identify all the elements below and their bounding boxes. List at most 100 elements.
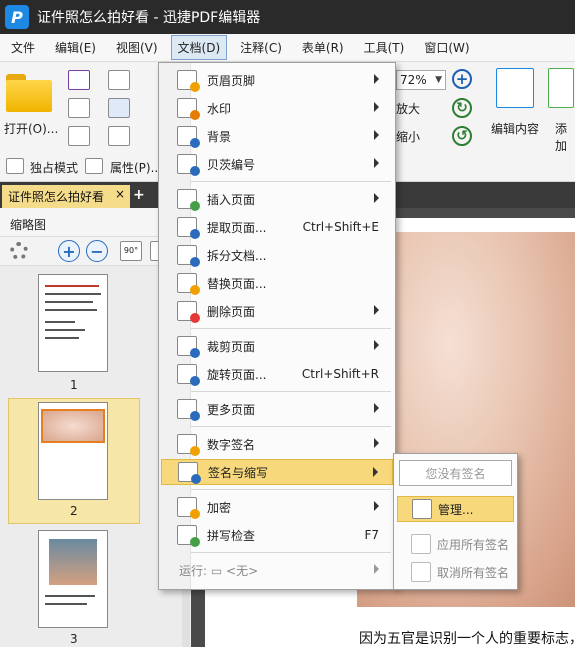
menu-background[interactable]: 背景 [161, 123, 393, 149]
new-document-icon[interactable] [68, 126, 90, 146]
thumbnail-page-2[interactable] [38, 402, 108, 500]
encrypt-icon [177, 497, 200, 519]
menu-digital-signature[interactable]: 数字签名 [161, 431, 393, 457]
thumbnail-page-3[interactable] [38, 530, 108, 628]
menu-item-label: 更多页面 [207, 402, 256, 417]
menu-item-label: 应用所有签名 [437, 537, 510, 552]
menu-bates-numbering[interactable]: 贝茨编号 [161, 151, 393, 177]
title-bar: P 证件照怎么拍好看 - 迅捷PDF编辑器 [0, 0, 575, 34]
menu-extract-page[interactable]: 提取页面... Ctrl+Shift+E [161, 214, 393, 240]
email-icon[interactable] [108, 70, 130, 90]
menu-run[interactable]: 运行: ▭ <无> [161, 557, 393, 583]
header-footer-icon [177, 70, 200, 92]
crop-page-icon [177, 336, 200, 358]
menu-header-footer[interactable]: 页眉页脚 [161, 67, 393, 93]
submenu-arrow-icon [374, 564, 379, 574]
menu-form[interactable]: 表单(R) [295, 35, 351, 60]
spell-check-icon [177, 525, 200, 547]
menu-item-label: 旋转页面... [207, 367, 267, 382]
submenu-arrow-icon [374, 438, 379, 448]
menu-separator [191, 181, 391, 182]
menu-file[interactable]: 文件 [4, 35, 42, 60]
menu-item-label: 管理... [438, 502, 474, 517]
menu-view[interactable]: 视图(V) [109, 35, 165, 60]
submenu-arrow-icon [374, 130, 379, 140]
cancel-signature-icon [411, 562, 431, 582]
add-icon[interactable] [548, 68, 574, 108]
background-icon [177, 126, 200, 148]
new-tab-icon[interactable]: + [133, 187, 145, 203]
open-button[interactable]: 打开(O)... [4, 120, 58, 137]
zoom-level-select[interactable]: 72% ▼ [396, 70, 446, 90]
menu-split-document[interactable]: 拆分文档... [161, 242, 393, 268]
menu-edit[interactable]: 编辑(E) [48, 35, 103, 60]
gear-icon[interactable] [10, 242, 28, 260]
split-document-icon [177, 245, 200, 267]
rotate-ccw-icon[interactable]: ↺ [452, 126, 472, 146]
menu-spell-check[interactable]: 拼写检查 F7 [161, 522, 393, 548]
menu-more-pages[interactable]: 更多页面 [161, 396, 393, 422]
insert-page-icon [177, 189, 200, 211]
submenu-arrow-icon [374, 501, 379, 511]
menu-separator [191, 426, 391, 427]
document-tab-label: 证件照怎么拍好看 [8, 190, 105, 204]
document-tab[interactable]: 证件照怎么拍好看 × [2, 185, 130, 208]
zoom-in-thumbnail-icon[interactable]: + [58, 240, 80, 262]
menu-item-label: 替换页面... [207, 276, 267, 291]
menu-separator [191, 552, 391, 553]
menu-window[interactable]: 窗口(W) [417, 35, 476, 60]
menu-shortcut: Ctrl+Shift+R [301, 367, 379, 381]
print-icon[interactable] [68, 98, 90, 118]
menu-tools[interactable]: 工具(T) [357, 35, 412, 60]
menu-delete-page[interactable]: 删除页面 [161, 298, 393, 324]
menu-separator [191, 328, 391, 329]
menu-item-label: 加密 [207, 500, 232, 515]
open-folder-icon[interactable] [6, 74, 52, 112]
signature-initials-icon [178, 462, 201, 484]
menu-item-label: 拼写检查 [207, 528, 256, 543]
menu-item-label: 签名与缩写 [208, 465, 269, 480]
menu-separator [191, 489, 391, 490]
close-tab-icon[interactable]: × [115, 187, 125, 201]
page-number-2: 2 [70, 504, 78, 518]
properties-button[interactable]: 属性(P)... [110, 159, 162, 176]
menu-item-label: 拆分文档... [207, 248, 267, 263]
rotate-cw-icon[interactable]: ↻ [452, 98, 472, 118]
manage-signatures-item[interactable]: 管理... [397, 496, 514, 522]
menu-signature-initials[interactable]: 签名与缩写 [161, 459, 393, 485]
menu-encrypt[interactable]: 加密 [161, 494, 393, 520]
menu-watermark[interactable]: 水印 [161, 95, 393, 121]
menu-rotate-page[interactable]: 旋转页面... Ctrl+Shift+R [161, 361, 393, 387]
extract-page-icon [177, 217, 200, 239]
menu-comment[interactable]: 注释(C) [233, 35, 289, 60]
menu-crop-page[interactable]: 裁剪页面 [161, 333, 393, 359]
document-menu-dropdown: 页眉页脚 水印 背景 贝茨编号 插入页面 提取页面... Ctrl+Shift+E… [158, 62, 396, 590]
menu-item-label: 背景 [207, 129, 232, 144]
zoom-out-thumbnail-icon[interactable]: − [86, 240, 108, 262]
submenu-arrow-icon [374, 158, 379, 168]
menu-item-label: 贝茨编号 [207, 157, 256, 172]
submenu-arrow-icon [374, 193, 379, 203]
scan-icon[interactable] [108, 98, 130, 118]
edit-content-icon[interactable] [496, 68, 534, 108]
cancel-all-signatures-item: 取消所有签名 [397, 559, 514, 585]
menu-item-label: 裁剪页面 [207, 339, 256, 354]
blank-page-icon[interactable] [108, 126, 130, 146]
submenu-arrow-icon [374, 305, 379, 315]
enlarge-button[interactable]: 放大 [396, 100, 420, 117]
menu-item-label: 运行: ▭ <无> [179, 563, 259, 578]
zoom-in-icon[interactable]: + [452, 69, 472, 89]
edit-content-button[interactable]: 编辑内容 [491, 120, 539, 137]
menu-insert-page[interactable]: 插入页面 [161, 186, 393, 212]
zoom-value: 72% [400, 73, 427, 87]
rotate-thumbnail-icon[interactable]: 90° [120, 241, 142, 261]
save-icon[interactable] [68, 70, 90, 90]
thumbnail-page-1[interactable] [38, 274, 108, 372]
menu-replace-page[interactable]: 替换页面... [161, 270, 393, 296]
exclusive-mode-button[interactable]: 独占模式 [30, 159, 78, 176]
shrink-button[interactable]: 缩小 [396, 128, 420, 145]
menu-document[interactable]: 文档(D) [170, 35, 228, 60]
no-signature-button: 您没有签名 [399, 460, 512, 486]
add-button[interactable]: 添加 [555, 120, 575, 154]
menu-shortcut: Ctrl+Shift+E [302, 220, 379, 234]
